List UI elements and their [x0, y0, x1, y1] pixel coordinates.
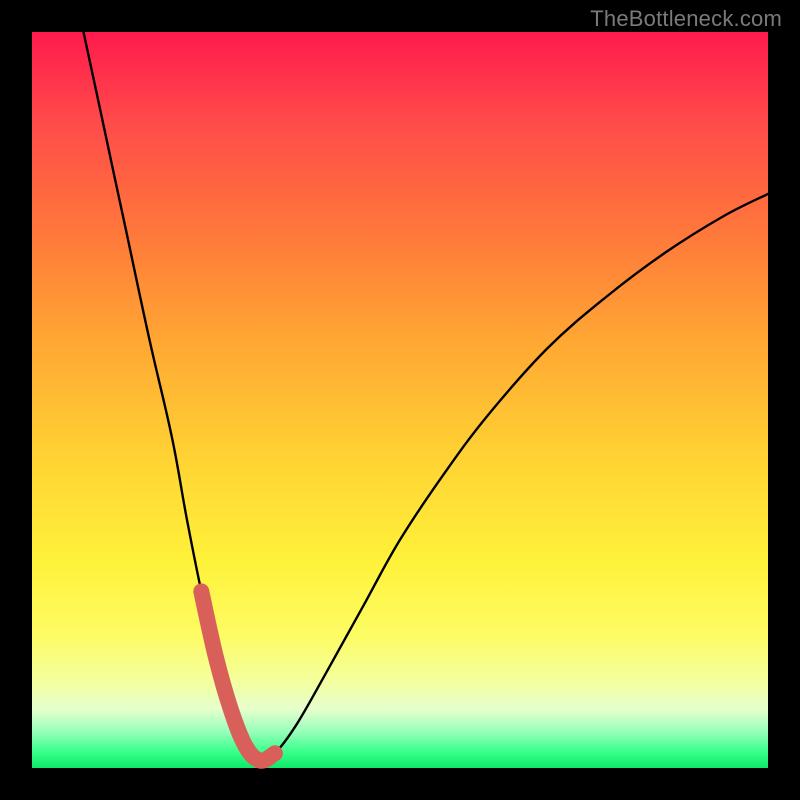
- bottleneck-curve-path: [84, 32, 769, 761]
- bottleneck-curve-svg: [32, 32, 768, 768]
- watermark-text: TheBottleneck.com: [590, 6, 782, 32]
- chart-plot-area: [32, 32, 768, 768]
- highlight-segment-path: [201, 591, 275, 760]
